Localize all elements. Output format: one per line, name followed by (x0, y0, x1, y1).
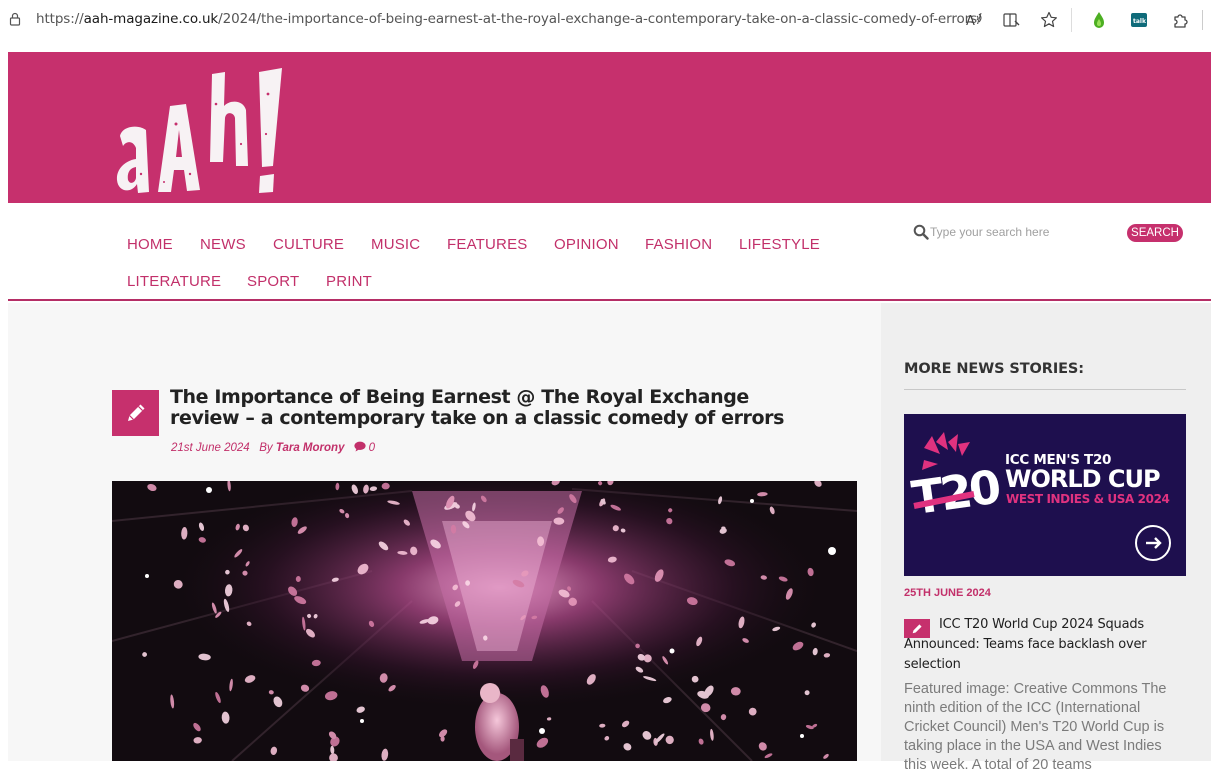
main-content: The Importance of Being Earnest @ The Ro… (8, 303, 881, 761)
main-navigation: HOME NEWS CULTURE MUSIC FEATURES OPINION… (8, 203, 1211, 301)
svg-text:T20: T20 (909, 460, 1003, 526)
nav-item-features[interactable]: FEATURES (447, 236, 528, 253)
nav-item-fashion[interactable]: FASHION (645, 236, 712, 253)
nav-item-sport[interactable]: SPORT (247, 273, 299, 290)
article-title[interactable]: The Importance of Being Earnest @ The Ro… (170, 387, 810, 429)
nav-item-opinion[interactable]: OPINION (554, 236, 619, 253)
story-date: 25TH JUNE 2024 (904, 587, 991, 599)
toolbar-divider (1071, 8, 1072, 32)
svg-text:A: A (966, 14, 975, 28)
t20-line2: WORLD CUP (1005, 465, 1161, 493)
url-field[interactable]: https://aah-magazine.co.uk/2024/the-impo… (36, 11, 982, 27)
comment-count[interactable]: 0 (369, 442, 375, 454)
url-path: /2024/the-importance-of-being-earnest-at… (218, 11, 982, 27)
browser-address-bar: https://aah-magazine.co.uk/2024/the-impo… (0, 0, 1211, 40)
article-meta: 21st June 2024 By Tara Morony 0 (171, 441, 375, 454)
extension-green-drop-icon[interactable] (1088, 9, 1110, 31)
url-domain: aah-magazine.co.uk (83, 11, 219, 27)
extension-tab-icon[interactable]: talk (1128, 9, 1150, 31)
comment-icon[interactable] (354, 441, 366, 452)
sidebar-heading: MORE NEWS STORIES: (904, 361, 1084, 377)
sidebar-story-image[interactable]: T20 ICC MEN'S T20 WORLD CUP WEST INDIES … (904, 414, 1186, 576)
article-featured-image (112, 481, 857, 761)
pencil-icon (127, 404, 144, 421)
search-input[interactable] (930, 223, 1120, 241)
lock-icon (9, 12, 21, 26)
nav-item-print[interactable]: PRINT (326, 273, 372, 290)
favorite-star-icon[interactable] (1038, 9, 1060, 31)
article-author-link[interactable]: Tara Morony (276, 442, 345, 454)
nav-item-lifestyle[interactable]: LIFESTYLE (739, 236, 820, 253)
by-label: By (259, 442, 273, 454)
search-button[interactable]: SEARCH (1127, 224, 1183, 242)
nav-item-literature[interactable]: LITERATURE (127, 273, 221, 290)
t20-line3: WEST INDIES & USA 2024 (1006, 492, 1170, 506)
read-aloud-icon[interactable]: A (963, 9, 985, 31)
nav-item-music[interactable]: MUSIC (371, 236, 420, 253)
post-format-icon (112, 390, 159, 436)
search-icon (913, 224, 929, 240)
article-date: 21st June 2024 (171, 442, 250, 454)
svg-text:talk: talk (1133, 18, 1147, 25)
immersive-reader-icon[interactable] (1001, 9, 1023, 31)
toolbar-divider (1202, 10, 1203, 30)
sidebar: MORE NEWS STORIES: T20 ICC MEN'S T20 WOR… (881, 303, 1211, 773)
nav-item-news[interactable]: NEWS (200, 236, 246, 253)
extensions-puzzle-icon[interactable] (1170, 9, 1192, 31)
arrow-right-icon[interactable] (1135, 525, 1171, 561)
story-title-link[interactable]: ICC T20 World Cup 2024 Squads Announced:… (904, 615, 1184, 675)
site-logo[interactable] (116, 64, 286, 196)
sidebar-divider (904, 389, 1186, 390)
nav-item-culture[interactable]: CULTURE (273, 236, 344, 253)
site-header-banner (8, 52, 1211, 203)
nav-item-home[interactable]: HOME (127, 236, 173, 253)
